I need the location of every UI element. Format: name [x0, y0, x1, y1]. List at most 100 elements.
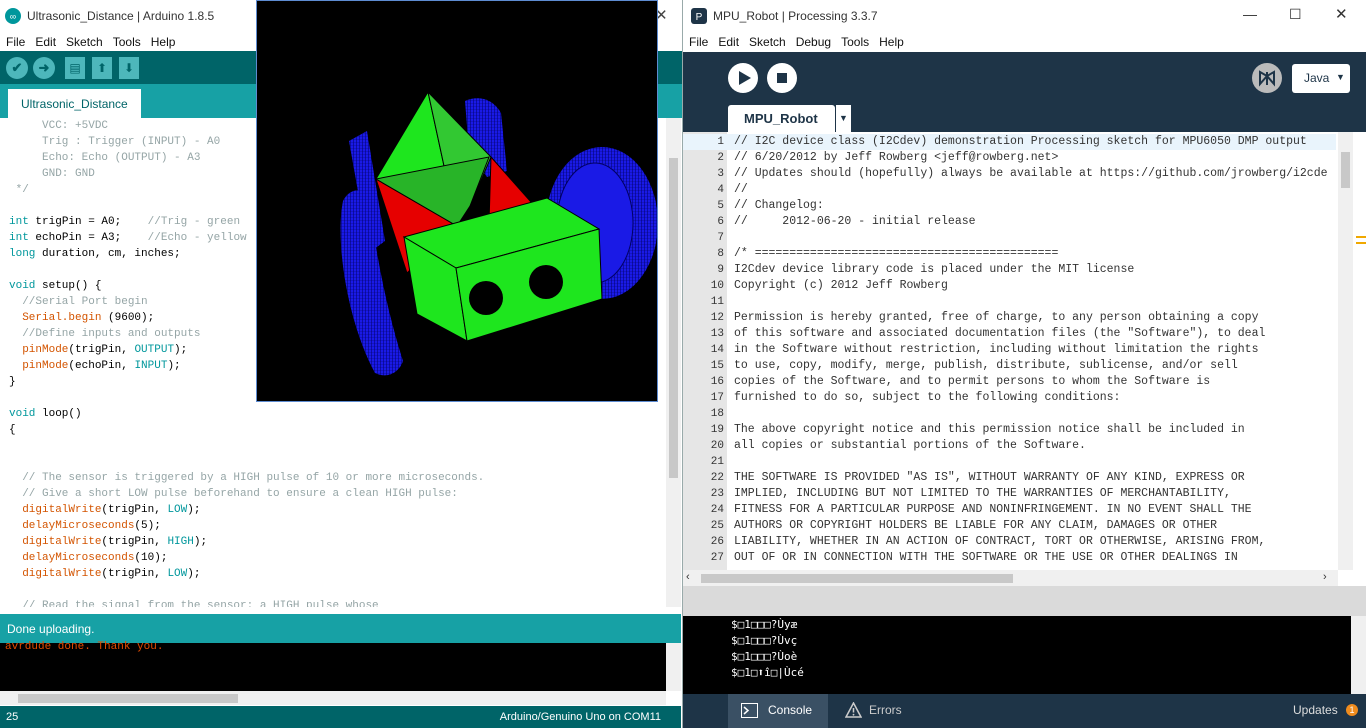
processing-editor-vertical-scrollbar[interactable]	[1338, 132, 1353, 570]
code-text: I2Cdev device library code is placed und…	[734, 263, 1135, 276]
menu-file[interactable]: File	[689, 35, 708, 49]
line-number: 5	[717, 200, 724, 212]
menu-sketch[interactable]: Sketch	[66, 35, 103, 49]
upload-button[interactable]: ➜	[33, 57, 55, 79]
arduino-logo-icon: ∞	[5, 8, 21, 24]
line-number: 15	[710, 360, 724, 372]
code-text: // Updates should (hopefully) always be …	[734, 167, 1328, 180]
mode-selector[interactable]: Java ▼	[1292, 64, 1350, 93]
tab-label: MPU_Robot	[744, 111, 818, 126]
verify-button[interactable]: ✔	[6, 57, 28, 79]
error-marker[interactable]	[1356, 236, 1366, 238]
code-line: delayMicroseconds(10);	[22, 552, 168, 564]
butterfly-icon	[1259, 70, 1275, 87]
code-line: digitalWrite(trigPin, LOW);	[22, 568, 201, 580]
line-number: 2	[717, 152, 724, 164]
svg-text:P: P	[696, 12, 703, 23]
menu-file[interactable]: File	[6, 35, 25, 49]
code-text: of this software and associated document…	[734, 327, 1266, 340]
console-tab-label: Console	[768, 703, 813, 717]
robot-model	[340, 90, 658, 376]
code-line: 14 in the Software without restriction, i…	[683, 342, 1336, 358]
svg-text:∞: ∞	[10, 12, 16, 22]
line-number: 10	[710, 280, 724, 292]
errors-tab[interactable]: Errors	[835, 694, 935, 728]
menu-help[interactable]: Help	[151, 35, 176, 49]
arrow-up-icon: ⬆	[96, 61, 108, 75]
arduino-footer: 25 Arduino/Genuino Uno on COM11	[0, 706, 681, 728]
code-line: digitalWrite(trigPin, HIGH);	[22, 536, 208, 548]
menu-edit[interactable]: Edit	[35, 35, 56, 49]
scrollbar-thumb[interactable]	[1341, 152, 1350, 188]
open-sketch-button[interactable]: ⬆	[92, 57, 112, 79]
scroll-left-icon[interactable]: ‹	[686, 571, 690, 583]
board-info: Arduino/Genuino Uno on COM11	[499, 711, 661, 723]
line-number: 23	[710, 488, 724, 500]
arduino-console-horizontal-scrollbar[interactable]	[0, 691, 666, 705]
menu-edit[interactable]: Edit	[718, 35, 739, 49]
error-marker[interactable]	[1356, 242, 1366, 244]
menu-tools[interactable]: Tools	[841, 35, 869, 49]
stop-button[interactable]	[767, 63, 797, 93]
maximize-icon[interactable]: ☐	[1289, 6, 1302, 23]
arduino-console-scrollbar[interactable]	[666, 643, 681, 691]
console-tab[interactable]: Console	[728, 694, 828, 728]
scrollbar-thumb[interactable]	[669, 158, 678, 478]
code-text: // Changelog:	[734, 199, 824, 212]
arduino-editor-vertical-scrollbar[interactable]	[666, 118, 681, 607]
processing-tabstrip: MPU_Robot ▼	[683, 105, 1366, 132]
code-line: 27 OUT OF OR IN CONNECTION WITH THE SOFTW…	[683, 550, 1336, 566]
scrollbar-thumb[interactable]	[701, 574, 1013, 583]
code-line: 24 FITNESS FOR A PARTICULAR PURPOSE AND N…	[683, 502, 1336, 518]
mode-label: Java	[1304, 71, 1330, 85]
line-number: 3	[717, 168, 724, 180]
menu-tools[interactable]: Tools	[113, 35, 141, 49]
code-text: copies of the Software, and to permit pe…	[734, 375, 1211, 388]
console-output-text: avrdude done. Thank you.	[5, 641, 164, 653]
code-text: Copyright (c) 2012 Jeff Rowberg	[734, 279, 948, 292]
code-line: 21	[683, 454, 1336, 470]
code-text: // 6/20/2012 by Jeff Rowberg <jeff@rowbe…	[734, 151, 1059, 164]
code-line: 20 all copies or substantial portions of …	[683, 438, 1336, 454]
scroll-right-icon[interactable]: ›	[1323, 571, 1327, 583]
scrollbar-thumb[interactable]	[18, 694, 238, 703]
menu-debug[interactable]: Debug	[796, 35, 831, 49]
processing-message-area	[683, 586, 1366, 616]
console-line: $□1□□□?Ùoè	[731, 650, 798, 663]
code-text: OUT OF OR IN CONNECTION WITH THE SOFTWAR…	[734, 551, 1238, 564]
line-number: 6	[717, 216, 724, 228]
minimize-icon[interactable]: —	[1243, 6, 1257, 22]
processing-editor-horizontal-scrollbar[interactable]: ‹ ›	[683, 570, 1338, 586]
tab-menu-button[interactable]: ▼	[836, 105, 851, 132]
code-text: THE SOFTWARE IS PROVIDED "AS IS", WITHOU…	[734, 471, 1245, 484]
line-number: 21	[710, 456, 724, 468]
tab-ultrasonic-distance[interactable]: Ultrasonic_Distance	[8, 89, 141, 118]
code-text: Permission is hereby granted, free of ch…	[734, 311, 1259, 324]
processing-code-editor[interactable]: 1 // I2C device class (I2Cdev) demonstrat…	[683, 132, 1336, 570]
warning-icon	[845, 702, 862, 718]
save-sketch-button[interactable]: ⬇	[119, 57, 139, 79]
new-sketch-button[interactable]: ▤	[65, 57, 85, 79]
processing-console: $□1□□□?Ùyæ $□1□□□?Ùvç $□1□□□?Ùoè $□1□⬆î□|Ùc…	[683, 616, 1351, 694]
close-icon[interactable]: ✕	[1335, 5, 1348, 23]
processing-footer: Console Errors Updates 1	[683, 694, 1366, 728]
menu-sketch[interactable]: Sketch	[749, 35, 786, 49]
debugger-button[interactable]	[1252, 63, 1282, 93]
run-button[interactable]	[728, 63, 758, 93]
updates-button[interactable]: Updates 1	[1289, 694, 1366, 728]
tab-mpu-robot[interactable]: MPU_Robot	[728, 105, 835, 132]
code-line: 4 //	[683, 182, 1336, 198]
code-line: 17 furnished to do so, subject to the fol…	[683, 390, 1336, 406]
processing-window: P MPU_Robot | Processing 3.3.7 — ☐ ✕ Fil…	[683, 0, 1366, 728]
processing-console-scrollbar[interactable]	[1351, 616, 1366, 694]
arrow-down-icon: ⬇	[123, 61, 135, 75]
menu-help[interactable]: Help	[879, 35, 904, 49]
code-line: 7	[683, 230, 1336, 246]
processing-window-title: MPU_Robot | Processing 3.3.7	[713, 9, 878, 23]
new-file-icon: ▤	[69, 61, 81, 75]
code-line: 25 AUTHORS OR COPYRIGHT HOLDERS BE LIABLE…	[683, 518, 1336, 534]
arduino-window-title: Ultrasonic_Distance | Arduino 1.8.5	[27, 9, 215, 23]
code-text: all copies or substantial portions of th…	[734, 439, 1086, 452]
